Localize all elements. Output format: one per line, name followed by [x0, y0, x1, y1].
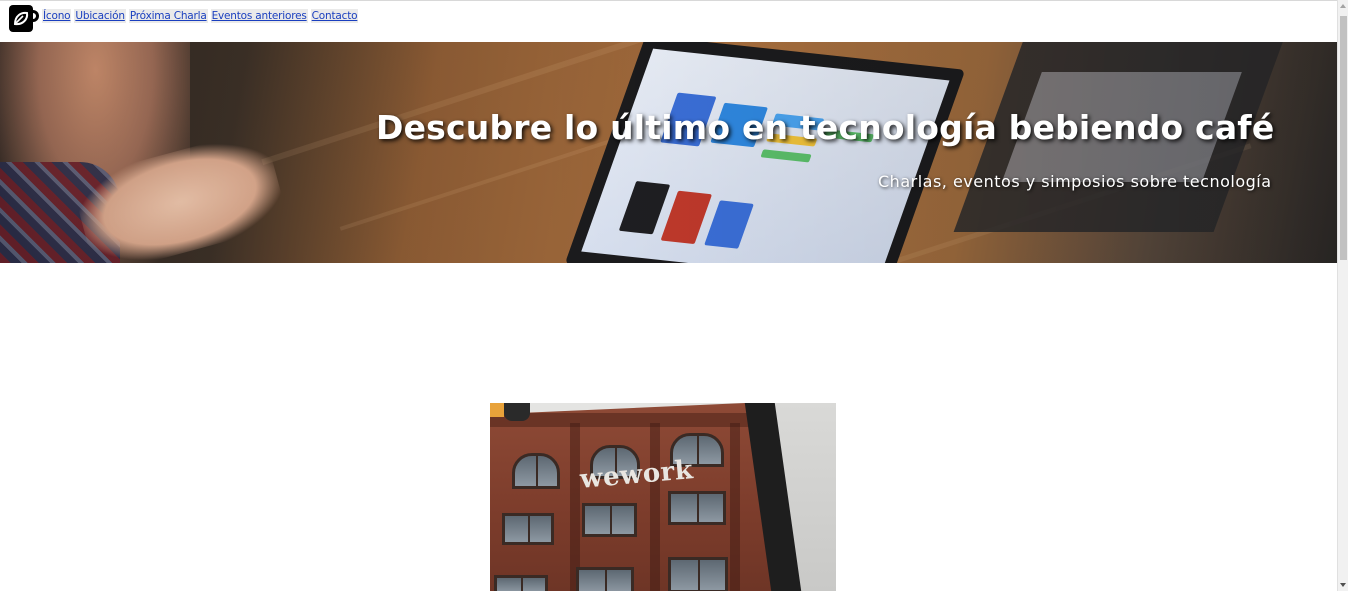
- nav-link-ubicacion[interactable]: Ubicación: [74, 9, 126, 23]
- cup-handle-icon: [30, 10, 39, 22]
- building-cornice: [490, 413, 755, 427]
- hero-subtitle: Charlas, eventos y simposios sobre tecno…: [878, 172, 1272, 191]
- hero-banner: Descubre lo último en tecnología bebiend…: [0, 42, 1337, 263]
- scroll-down-arrow-icon[interactable]: [1340, 583, 1346, 587]
- hero-overlay: [0, 42, 1337, 263]
- building-window: [576, 567, 634, 591]
- nav-link-icono[interactable]: Ícono: [42, 9, 72, 23]
- building-window: [668, 557, 728, 591]
- scroll-up-arrow-icon[interactable]: [1340, 4, 1346, 8]
- hero-title: Descubre lo último en tecnología bebiend…: [376, 108, 1275, 147]
- leaf-icon: [13, 11, 29, 26]
- brick-building: [490, 403, 790, 591]
- building-window: [502, 513, 554, 545]
- scrollbar-thumb[interactable]: [1340, 16, 1347, 260]
- building-pillar: [650, 423, 660, 591]
- top-navigation: Ícono Ubicación Próxima Charla Eventos a…: [0, 0, 1337, 42]
- building-window: [582, 503, 637, 537]
- page: Ícono Ubicación Próxima Charla Eventos a…: [0, 0, 1348, 591]
- nav-link-contacto[interactable]: Contacto: [310, 9, 359, 23]
- nav-link-proxima-charla[interactable]: Próxima Charla: [128, 9, 208, 23]
- building-pillar: [730, 423, 740, 591]
- building-window: [668, 491, 726, 525]
- nav-link-eventos-anteriores[interactable]: Eventos anteriores: [210, 9, 308, 23]
- building-window: [494, 575, 548, 591]
- location-image: wework: [490, 403, 836, 591]
- traffic-light: [490, 403, 530, 421]
- building-window: [512, 453, 560, 489]
- nav-links: Ícono Ubicación Próxima Charla Eventos a…: [42, 9, 359, 23]
- vertical-scrollbar[interactable]: [1337, 0, 1348, 591]
- building-pillar: [570, 423, 580, 591]
